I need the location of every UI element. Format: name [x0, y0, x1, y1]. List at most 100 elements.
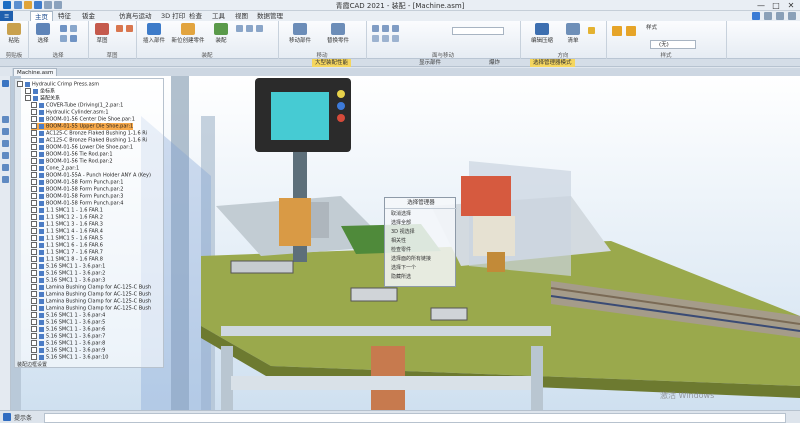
select-button[interactable]: 选择 — [32, 23, 54, 44]
tree-row[interactable]: 5.16 SMC1 1 - 3.6.par:1 — [31, 263, 105, 270]
style-combo[interactable]: (无) — [650, 40, 696, 49]
tree-row[interactable]: Lamina Bushing Clamp for AC-125-C Bush — [31, 291, 151, 298]
tree-row[interactable]: 1.1 SMC1 8 - 1.6 FAR.8 — [31, 256, 103, 263]
tree-row[interactable]: Hydraulic Cylinder.asm:1 — [31, 109, 109, 116]
visibility-checkbox[interactable] — [31, 354, 37, 360]
tree-row[interactable]: 5.16 SMC1 1 - 3.6.par:2 — [31, 270, 105, 277]
assemble-button[interactable]: 装配 — [210, 23, 232, 44]
assembly-tree[interactable]: Hydraulic Crimp Press.asm 坐标系 装配关系 COVER-Tu… — [14, 78, 164, 368]
properties-icon[interactable] — [2, 176, 9, 183]
visibility-checkbox[interactable] — [31, 116, 37, 122]
visibility-checkbox[interactable] — [31, 340, 37, 346]
tree-row[interactable]: Lamina Bushing Clamp for AC-125-C Bush — [31, 284, 151, 291]
visibility-checkbox[interactable] — [31, 137, 37, 143]
app-menu-button[interactable]: ≡ — [0, 11, 14, 21]
visibility-checkbox[interactable] — [31, 186, 37, 192]
tree-row[interactable]: 1.1 SMC1 6 - 1.6 FAR.6 — [31, 242, 103, 249]
visibility-checkbox[interactable] — [31, 172, 37, 178]
tree-row[interactable]: 1.1 SMC1 2 - 1.6 FAR.2 — [31, 214, 103, 221]
tree-row[interactable]: 1.1 SMC1 4 - 1.6 FAR.4 — [31, 228, 103, 235]
visibility-checkbox[interactable] — [31, 214, 37, 220]
visibility-checkbox[interactable] — [31, 123, 37, 129]
tree-row[interactable]: BOOM-01-58 Form Punch.par:4 — [31, 200, 123, 207]
tree-row[interactable]: BOOM-01-56 Tie Rod.par:2 — [31, 158, 113, 165]
tab-tools[interactable]: 工具 — [208, 11, 229, 21]
list-button[interactable]: 清单 — [562, 23, 584, 44]
visibility-checkbox[interactable] — [17, 81, 23, 87]
visibility-checkbox[interactable] — [31, 249, 37, 255]
visibility-checkbox[interactable] — [31, 207, 37, 213]
tree-footer[interactable]: 装配边框设置 — [17, 361, 47, 369]
offset-icon[interactable] — [392, 25, 399, 32]
tree-row[interactable]: 坐标系 — [25, 88, 55, 95]
layers-icon[interactable] — [2, 116, 9, 123]
tab-data-management[interactable]: 数据管理 — [253, 11, 287, 21]
tree-row[interactable]: BOOM-01-58 Form Punch.par:3 — [31, 193, 123, 200]
tree-row[interactable]: 5.16 SMC1 1 - 3.6.par:8 — [31, 340, 105, 347]
visibility-checkbox[interactable] — [31, 193, 37, 199]
relations-icon[interactable] — [2, 152, 9, 159]
close-button[interactable]: ✕ — [784, 0, 798, 11]
tree-row[interactable]: 5.16 SMC1 1 - 3.6.par:4 — [31, 312, 105, 319]
explode-toggle[interactable]: 爆炸 — [486, 59, 503, 67]
tree-row[interactable]: Hydraulic Crimp Press.asm — [17, 81, 99, 88]
menu-item-select-linked-faces[interactable]: 选择面的所有链接 — [391, 255, 431, 264]
restore-icon[interactable] — [776, 12, 784, 20]
move-component-button[interactable]: 移动部件 — [282, 23, 318, 44]
close-doc-icon[interactable] — [788, 12, 796, 20]
edit-suppress-button[interactable]: 编辑压缩 — [524, 23, 560, 44]
visibility-checkbox[interactable] — [31, 228, 37, 234]
tree-row[interactable]: AC125-C Bronze Flaked Bushing 1-1.6 Ri — [31, 137, 147, 144]
visibility-checkbox[interactable] — [31, 221, 37, 227]
tree-row[interactable]: 1.1 SMC1 1 - 1.6 FAR.1 — [31, 207, 103, 214]
box-select-icon[interactable] — [60, 35, 67, 42]
tree-row[interactable]: 5.16 SMC1 1 - 3.6.par:6 — [31, 326, 105, 333]
tree-row[interactable]: BOOM-01-58 Form Punch.par:1 — [31, 179, 123, 186]
tab-sheetmetal[interactable]: 钣金 — [78, 11, 99, 21]
visibility-checkbox[interactable] — [31, 256, 37, 262]
visibility-checkbox[interactable] — [31, 102, 37, 108]
face-icon[interactable] — [372, 25, 379, 32]
visibility-checkbox[interactable] — [31, 158, 37, 164]
tree-row[interactable]: 1.1 SMC1 3 - 1.6 FAR.3 — [31, 221, 103, 228]
tree-row[interactable]: BOOM-01-55A - Punch Holder ANY A (Key) — [31, 172, 151, 179]
replace-part-button[interactable]: 替换零件 — [320, 23, 356, 44]
visibility-checkbox[interactable] — [31, 326, 37, 332]
mate-icon[interactable] — [382, 35, 389, 42]
tree-row[interactable]: BOOM-01-56 Tie Rod.par:1 — [31, 151, 113, 158]
visibility-checkbox[interactable] — [25, 88, 31, 94]
visibility-checkbox[interactable] — [25, 95, 31, 101]
tab-inspect[interactable]: 检查 — [185, 11, 206, 21]
create-part-in-place-button[interactable]: 新位创建零件 — [168, 23, 208, 44]
search-icon[interactable] — [2, 164, 9, 171]
color-icon[interactable] — [588, 27, 595, 34]
circle-icon[interactable] — [126, 25, 133, 32]
visibility-checkbox[interactable] — [31, 144, 37, 150]
large-assembly-toggle[interactable]: 大型装配性能 — [312, 59, 352, 67]
visibility-checkbox[interactable] — [31, 235, 37, 241]
insert-icon[interactable] — [392, 35, 399, 42]
tree-row[interactable]: 5.16 SMC1 1 - 3.6.par:7 — [31, 333, 105, 340]
material-icon[interactable] — [626, 26, 636, 36]
options-icon[interactable] — [764, 12, 772, 20]
visibility-checkbox[interactable] — [31, 333, 37, 339]
visibility-checkbox[interactable] — [31, 347, 37, 353]
library-icon[interactable] — [2, 140, 9, 147]
view-combo[interactable] — [452, 27, 504, 35]
visibility-checkbox[interactable] — [31, 200, 37, 206]
visibility-checkbox[interactable] — [31, 151, 37, 157]
menu-item-select-all[interactable]: 选择全部 — [391, 219, 411, 228]
tree-row[interactable]: BOOM-01-56 Center Die Shoe.par:1 — [31, 116, 135, 123]
help-icon[interactable] — [752, 12, 760, 20]
visibility-checkbox[interactable] — [31, 284, 37, 290]
maximize-button[interactable]: □ — [769, 0, 783, 11]
line-icon[interactable] — [116, 25, 123, 32]
visibility-checkbox[interactable] — [31, 312, 37, 318]
visibility-checkbox[interactable] — [31, 165, 37, 171]
minimize-button[interactable]: — — [754, 0, 768, 11]
tab-simulation[interactable]: 仿真与运动 — [115, 11, 156, 21]
visibility-checkbox[interactable] — [31, 130, 37, 136]
tree-row[interactable]: 1.1 SMC1 7 - 1.6 FAR.7 — [31, 249, 103, 256]
visibility-checkbox[interactable] — [31, 270, 37, 276]
menu-item-relations[interactable]: 相关性 — [391, 237, 406, 246]
